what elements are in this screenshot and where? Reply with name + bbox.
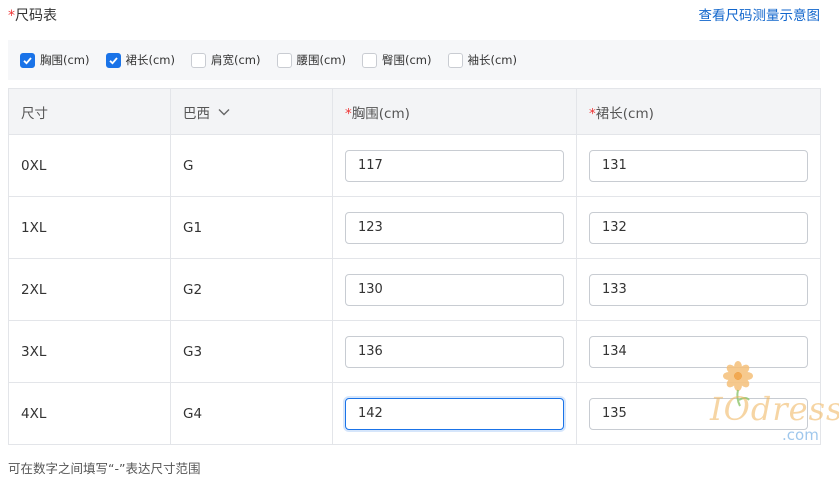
- length-input[interactable]: [589, 397, 808, 430]
- bust-input[interactable]: [345, 273, 564, 306]
- bust-input[interactable]: [345, 211, 564, 244]
- filter-label: 臀围(cm): [382, 53, 432, 67]
- brazil-size-cell: G2: [170, 258, 333, 321]
- bust-input[interactable]: [345, 335, 564, 368]
- chevron-down-icon[interactable]: [218, 108, 230, 116]
- brazil-size-cell: G4: [170, 382, 333, 445]
- table-row: 0XL G: [8, 134, 821, 197]
- table-header-row: 尺寸 巴西 *胸围(cm) *裙长(cm): [8, 88, 821, 135]
- column-header-bust: *胸围(cm): [332, 88, 577, 135]
- bust-input[interactable]: [345, 149, 564, 182]
- filter-sleeve[interactable]: 袖长(cm): [447, 52, 518, 68]
- required-mark: *: [345, 105, 352, 122]
- filter-shoulder[interactable]: 肩宽(cm): [191, 52, 261, 68]
- checkbox-unchecked-icon[interactable]: [276, 52, 292, 68]
- size-cell: 0XL: [8, 134, 171, 197]
- checkbox-unchecked-icon[interactable]: [362, 52, 377, 68]
- checkbox-unchecked-icon[interactable]: [191, 52, 206, 68]
- column-header-length: *裙长(cm): [576, 88, 821, 135]
- brazil-size-cell: G: [170, 134, 333, 197]
- length-input[interactable]: [589, 335, 808, 368]
- range-hint-text: 可在数字之间填写“-”表达尺寸范围: [8, 461, 201, 476]
- size-cell: 4XL: [8, 382, 171, 445]
- table-row: 3XL G3: [8, 320, 821, 383]
- required-mark: *: [589, 105, 596, 122]
- checkbox-checked-icon[interactable]: [20, 52, 35, 68]
- bust-input-focused[interactable]: [345, 397, 564, 430]
- filter-bust[interactable]: 胸围(cm): [20, 52, 90, 68]
- required-mark: *: [8, 8, 15, 24]
- size-chart-title: *尺码表: [8, 8, 57, 24]
- view-measurement-guide-link[interactable]: 查看尺码测量示意图: [699, 6, 821, 26]
- length-input[interactable]: [589, 273, 808, 306]
- table-row: 1XL G1: [8, 196, 821, 259]
- column-header-brazil[interactable]: 巴西: [170, 88, 333, 135]
- length-input[interactable]: [589, 149, 808, 182]
- filter-label: 袖长(cm): [467, 53, 518, 67]
- size-table: 尺寸 巴西 *胸围(cm) *裙长(cm) 0XL G 1XL G1 2XL G…: [8, 88, 821, 445]
- size-cell: 1XL: [8, 196, 171, 259]
- brazil-size-cell: G3: [170, 320, 333, 383]
- size-chart-header: *尺码表 查看尺码测量示意图: [8, 6, 820, 28]
- brazil-size-cell: G1: [170, 196, 333, 259]
- table-row: 2XL G2: [8, 258, 821, 321]
- filter-hip[interactable]: 臀围(cm): [362, 52, 432, 68]
- table-row: 4XL G4: [8, 382, 821, 445]
- filter-waist[interactable]: 腰围(cm): [276, 52, 347, 68]
- size-cell: 2XL: [8, 258, 171, 321]
- checkbox-checked-icon[interactable]: [105, 52, 121, 68]
- filter-label: 胸围(cm): [40, 53, 90, 67]
- size-cell: 3XL: [8, 320, 171, 383]
- measurement-filter-bar: 胸围(cm) 裙长(cm) 肩宽(cm) 腰围(cm) 臀围(cm) 袖长(cm…: [8, 40, 820, 80]
- length-input[interactable]: [589, 211, 808, 244]
- filter-label: 肩宽(cm): [211, 53, 261, 67]
- filter-length[interactable]: 裙长(cm): [105, 52, 176, 68]
- column-header-size: 尺寸: [8, 88, 171, 135]
- filter-label: 腰围(cm): [296, 53, 347, 67]
- filter-label: 裙长(cm): [125, 53, 176, 67]
- checkbox-unchecked-icon[interactable]: [447, 52, 463, 68]
